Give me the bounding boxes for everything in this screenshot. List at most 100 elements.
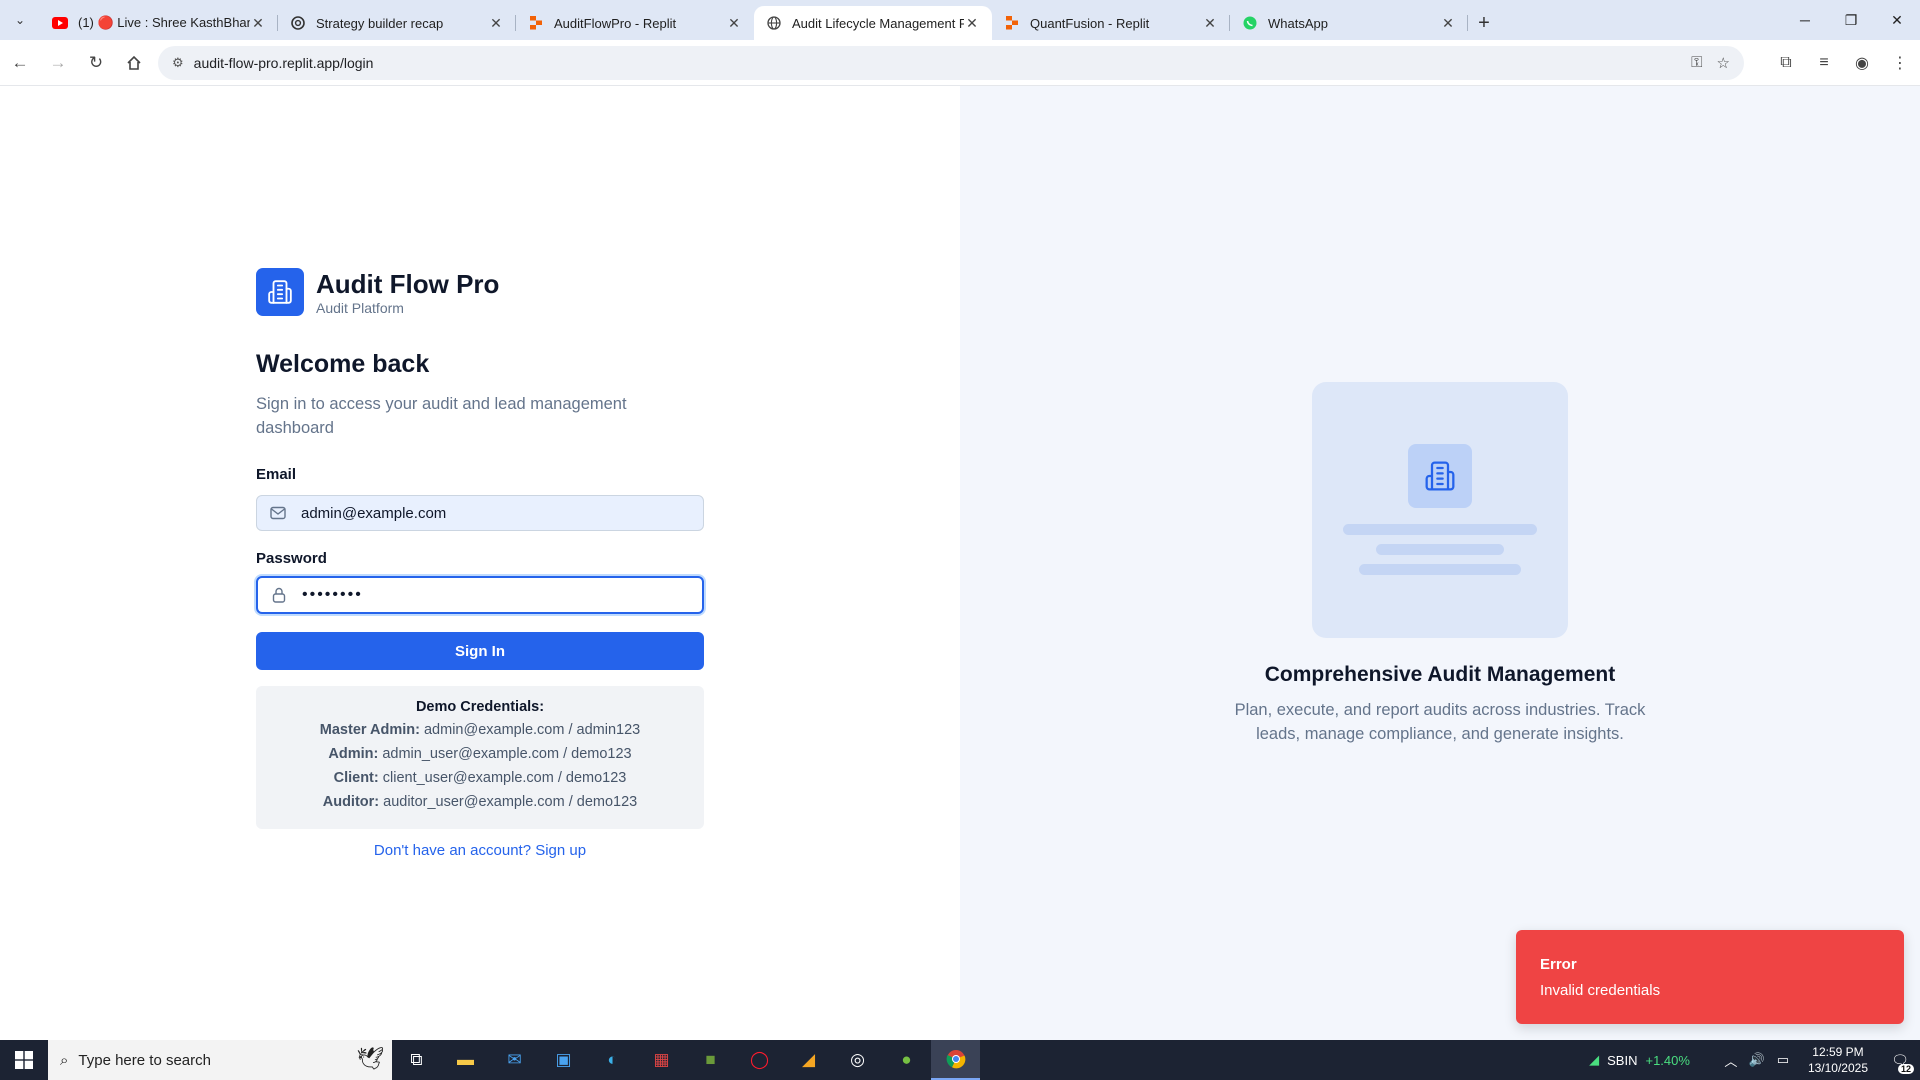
browser-tab-active[interactable]: Audit Lifecycle Management Pl ✕ (754, 6, 992, 40)
password-field[interactable]: •••••••• (256, 576, 704, 614)
tab-title: AuditFlowPro - Replit (554, 15, 677, 31)
system-tray: ◢ SBIN +1.40% ︿ 🔊 ▭ 12:59 PM 13/10/2025 … (1589, 1040, 1920, 1080)
edge-browser-icon[interactable]: ◐ (588, 1040, 637, 1080)
demo-credential-row: Admin: admin_user@example.com / demo123 (256, 746, 704, 763)
demo-role: Master Admin: (319, 722, 420, 738)
promo-panel: Comprehensive Audit Management Plan, exe… (960, 86, 1920, 1040)
promo-description: Plan, execute, and report audits across … (1234, 701, 1646, 743)
file-explorer-icon[interactable]: ▬ (441, 1040, 490, 1080)
email-field[interactable]: admin@example.com (256, 495, 704, 531)
minecraft-icon[interactable]: ■ (686, 1040, 735, 1080)
tab-title: QuantFusion - Replit (1030, 15, 1150, 31)
home-icon[interactable] (116, 45, 152, 81)
tab-close-icon[interactable]: ✕ (250, 15, 266, 32)
chrome-browser-icon[interactable] (931, 1040, 980, 1080)
reload-icon[interactable]: ↻ (78, 45, 114, 81)
demo-credential-row: Client: client_user@example.com / demo12… (256, 770, 704, 787)
demo-role: Admin: (328, 746, 379, 762)
browser-tab[interactable]: (1) 🔴 Live : Shree KasthBhanjan ✕ (40, 6, 278, 40)
placeholder-bar (1343, 524, 1537, 535)
bird-decoration-icon: 🕊 (356, 1046, 384, 1071)
media-control-icon[interactable]: ≡ (1806, 45, 1842, 81)
taskbar-clock[interactable]: 12:59 PM 13/10/2025 (1808, 1044, 1868, 1076)
stock-change: +1.40% (1645, 1052, 1690, 1068)
tab-close-icon[interactable]: ✕ (964, 15, 980, 32)
close-window-icon[interactable]: ✕ (1874, 0, 1920, 40)
utorrent-icon[interactable]: ● (882, 1040, 931, 1080)
password-label: Password (256, 550, 327, 567)
search-icon: ⌕ (60, 1051, 69, 1069)
error-toast[interactable]: Error Invalid credentials (1516, 930, 1904, 1024)
network-icon[interactable]: ▭ (1770, 1052, 1796, 1068)
address-bar[interactable]: ⚙ audit-flow-pro.replit.app/login ⚿ ☆ (158, 46, 1744, 80)
login-panel: Audit Flow Pro Audit Platform Welcome ba… (0, 86, 960, 1040)
replit-icon (1004, 15, 1020, 31)
task-view-icon[interactable]: ⧉ (392, 1040, 441, 1080)
demo-credentials-title: Demo Credentials: (415, 699, 545, 715)
restore-icon[interactable]: ❐ (1828, 0, 1874, 40)
globe-icon (766, 15, 782, 31)
demo-credential: admin@example.com / admin123 (423, 722, 641, 738)
browser-tab[interactable]: AuditFlowPro - Replit ✕ (516, 6, 754, 40)
demo-role: Auditor: (322, 794, 380, 810)
taskbar-search-input[interactable]: ⌕ Type here to search 🕊 (48, 1040, 392, 1080)
tab-search-chevron-icon[interactable]: ⌄ (0, 0, 40, 40)
volume-icon[interactable]: 🔊 (1744, 1052, 1770, 1068)
notification-count: 12 (1897, 1064, 1914, 1074)
dashboard-illustration (1312, 382, 1568, 638)
chevron-up-icon[interactable]: ︿ (1718, 1051, 1744, 1070)
tab-close-icon[interactable]: ✕ (1202, 15, 1218, 32)
placeholder-bar (1376, 544, 1504, 555)
opera-browser-icon[interactable]: ◯ (735, 1040, 784, 1080)
youtube-icon (52, 15, 68, 31)
sign-in-button[interactable]: Sign In (256, 632, 704, 670)
login-page: Audit Flow Pro Audit Platform Welcome ba… (0, 86, 1920, 1040)
brand-name: Audit Flow Pro (316, 268, 500, 299)
clock-time: 12:59 PM (1812, 1045, 1864, 1059)
app-icon[interactable]: ◢ (784, 1040, 833, 1080)
email-label: Email (256, 466, 297, 483)
store-app-icon[interactable]: ▣ (539, 1040, 588, 1080)
window-controls: ─ ❐ ✕ (1782, 0, 1920, 40)
clock-date: 13/10/2025 (1807, 1061, 1868, 1075)
password-key-icon[interactable]: ⚿ (1691, 54, 1702, 72)
demo-credential: client_user@example.com / demo123 (382, 770, 627, 786)
profile-avatar-icon[interactable]: ◉ (1844, 45, 1880, 81)
tab-title: WhatsApp (1268, 15, 1328, 31)
toast-message: Invalid credentials (1540, 982, 1661, 999)
brand-subtitle: Audit Platform (316, 299, 404, 316)
whatsapp-app-icon[interactable]: ◎ (833, 1040, 882, 1080)
minimize-icon[interactable]: ─ (1782, 0, 1828, 40)
mail-app-icon[interactable]: ✉ (490, 1040, 539, 1080)
building-icon (1408, 444, 1472, 508)
tab-close-icon[interactable]: ✕ (488, 15, 504, 32)
notification-center-icon[interactable]: 🗨 12 (1880, 1040, 1920, 1080)
whatsapp-icon (1242, 15, 1258, 31)
forward-arrow-icon[interactable]: → (40, 45, 76, 81)
back-arrow-icon[interactable]: ← (2, 45, 38, 81)
sign-up-link[interactable]: Don't have an account? Sign up (256, 842, 704, 859)
new-tab-icon[interactable]: + (1468, 6, 1500, 40)
extensions-icon[interactable]: ⧉ (1768, 45, 1804, 81)
windows-start-icon[interactable] (0, 1040, 48, 1080)
bookmark-star-icon[interactable]: ☆ (1717, 54, 1730, 72)
stock-widget[interactable]: ◢ SBIN +1.40% (1589, 1052, 1690, 1068)
mail-icon (269, 506, 287, 520)
replit-icon (528, 15, 544, 31)
windows-taskbar: ⌕ Type here to search 🕊 ⧉ ▬ ✉ ▣ ◐ ▦ ■ ◯ … (0, 1040, 1920, 1080)
browser-tab-bar: ⌄ (1) 🔴 Live : Shree KasthBhanjan ✕ Stra… (0, 0, 1920, 40)
tab-close-icon[interactable]: ✕ (1440, 15, 1456, 32)
browser-menu-icon[interactable]: ⋮ (1882, 45, 1918, 81)
app-icon[interactable]: ▦ (637, 1040, 686, 1080)
page-subtitle: Sign in to access your audit and lead ma… (256, 395, 627, 437)
toast-title: Error (1540, 956, 1577, 973)
browser-tab[interactable]: Strategy builder recap ✕ (278, 6, 516, 40)
demo-credential: admin_user@example.com / demo123 (382, 746, 632, 762)
tab-close-icon[interactable]: ✕ (726, 15, 742, 32)
browser-tab[interactable]: WhatsApp ✕ (1230, 6, 1468, 40)
stock-symbol: SBIN (1607, 1052, 1638, 1068)
browser-tab[interactable]: QuantFusion - Replit ✕ (992, 6, 1230, 40)
building-logo-icon (256, 268, 304, 316)
site-settings-icon[interactable]: ⚙ (172, 55, 184, 71)
promo-title: Comprehensive Audit Management (1264, 663, 1616, 686)
